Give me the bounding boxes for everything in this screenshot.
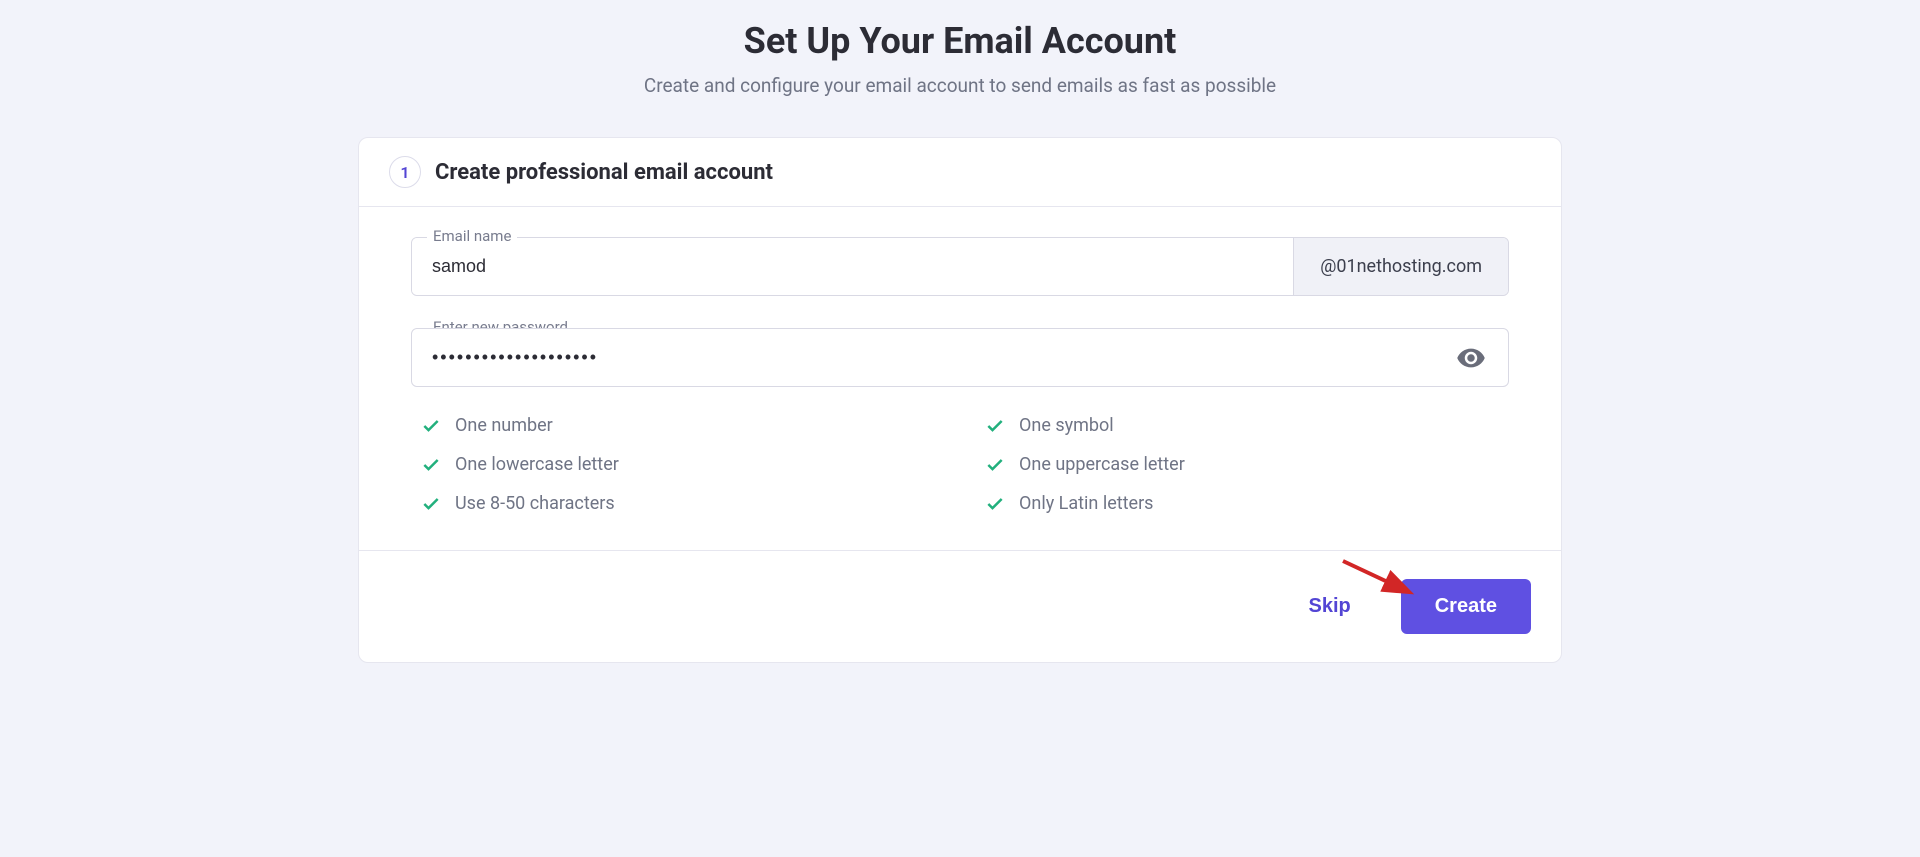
req-label: One number xyxy=(455,415,553,436)
toggle-password-visibility-button[interactable] xyxy=(1434,343,1508,373)
check-icon xyxy=(421,494,441,514)
card-footer: Skip Create xyxy=(359,550,1561,662)
req-length: Use 8-50 characters xyxy=(421,493,945,514)
req-one-uppercase: One uppercase letter xyxy=(985,454,1509,475)
eye-icon xyxy=(1456,343,1486,373)
email-field-wrap: Email name @01nethosting.com xyxy=(411,237,1509,296)
check-icon xyxy=(421,416,441,436)
password-input[interactable] xyxy=(412,329,1434,386)
req-label: Use 8-50 characters xyxy=(455,493,615,514)
skip-button[interactable]: Skip xyxy=(1288,581,1370,632)
card-header: 1 Create professional email account xyxy=(359,138,1561,207)
req-label: Only Latin letters xyxy=(1019,493,1153,514)
password-row xyxy=(411,328,1509,387)
check-icon xyxy=(985,494,1005,514)
password-requirements: One number One symbol One lowercase lett… xyxy=(411,415,1509,514)
req-label: One uppercase letter xyxy=(1019,454,1185,475)
req-label: One lowercase letter xyxy=(455,454,619,475)
req-latin-only: Only Latin letters xyxy=(985,493,1509,514)
req-one-lowercase: One lowercase letter xyxy=(421,454,945,475)
req-one-number: One number xyxy=(421,415,945,436)
email-name-input[interactable] xyxy=(412,238,1293,295)
page-title: Set Up Your Email Account xyxy=(0,20,1920,62)
email-domain-suffix: @01nethosting.com xyxy=(1293,238,1508,295)
card-body: Email name @01nethosting.com Enter new p… xyxy=(359,207,1561,550)
password-field-wrap: Enter new password xyxy=(411,328,1509,387)
check-icon xyxy=(421,455,441,475)
setup-card: 1 Create professional email account Emai… xyxy=(358,137,1562,663)
req-label: One symbol xyxy=(1019,415,1114,436)
create-button[interactable]: Create xyxy=(1401,579,1531,634)
check-icon xyxy=(985,455,1005,475)
card-heading: Create professional email account xyxy=(435,160,773,185)
email-label: Email name xyxy=(427,227,517,245)
step-number-badge: 1 xyxy=(389,156,421,188)
page-subtitle: Create and configure your email account … xyxy=(0,74,1920,97)
check-icon xyxy=(985,416,1005,436)
email-row: @01nethosting.com xyxy=(411,237,1509,296)
req-one-symbol: One symbol xyxy=(985,415,1509,436)
